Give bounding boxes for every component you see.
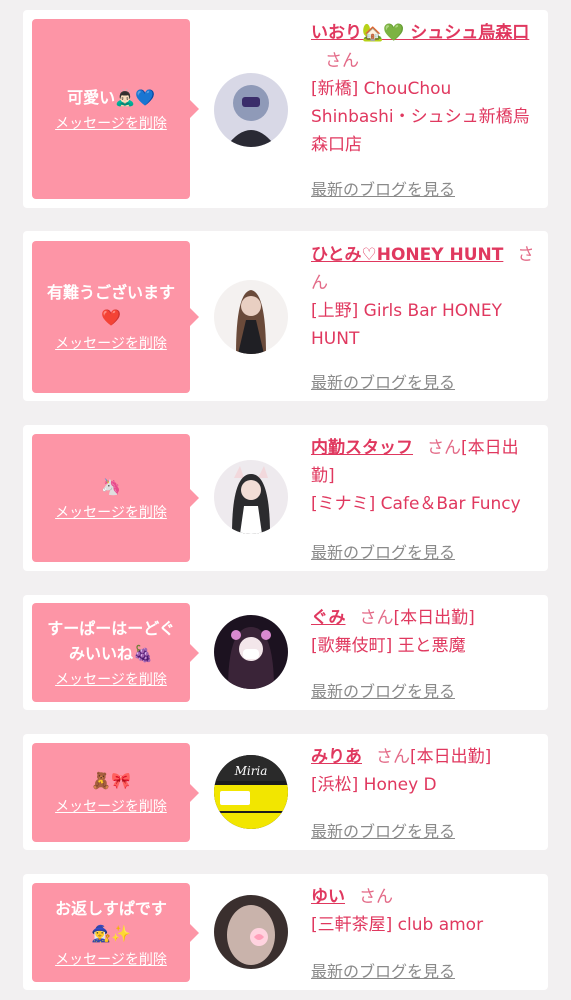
message-card: 可愛い🙇🏻‍♂️💙 メッセージを削除 いおり🏡💚 シュシュ烏森口さん [新橋] …	[23, 10, 548, 208]
latest-blog-link[interactable]: 最新のブログを見る	[311, 369, 455, 393]
profile-info: ゆい さん [三軒茶屋] club amor	[311, 883, 541, 939]
shop-info: [浜松] Honey D	[311, 775, 437, 795]
delete-message-link[interactable]: メッセージを削除	[55, 503, 167, 523]
cast-name-link[interactable]: ひとみ♡HONEY HUNT	[311, 245, 503, 265]
message-card: すーぱーはーどぐみいいね🍇 メッセージを削除 ぐみ さん[本日出勤] [歌舞伎町]…	[23, 595, 548, 710]
shop-info: [歌舞伎町] 王と悪魔	[311, 636, 466, 656]
latest-blog-link[interactable]: 最新のブログを見る	[311, 176, 455, 200]
shop-info: [上野] Girls Bar HONEY HUNT	[311, 301, 503, 349]
cast-name-link[interactable]: ぐみ	[311, 608, 346, 628]
message-card: 🧸🎀 メッセージを削除 Miria みりあ さん[本日出勤] [浜松] Honey…	[23, 734, 548, 850]
message-bubble: お返しすぱです🧙‍♀️✨ メッセージを削除	[32, 883, 199, 982]
delete-message-link[interactable]: メッセージを削除	[55, 670, 167, 690]
profile-info: ぐみ さん[本日出勤] [歌舞伎町] 王と悪魔	[311, 604, 541, 660]
message-text: すーぱーはーどぐみいいね🍇	[47, 618, 175, 663]
cast-name-link[interactable]: 内勤スタッフ	[311, 438, 413, 458]
shop-info: [三軒茶屋] club amor	[311, 915, 484, 935]
message-card: 有難うございます❤️ メッセージを削除 ひとみ♡HONEY HUNT さん [上野…	[23, 231, 548, 401]
honorific: さん	[359, 608, 394, 628]
delete-message-link[interactable]: メッセージを削除	[55, 797, 167, 817]
message-bubble: 可愛い🙇🏻‍♂️💙 メッセージを削除	[32, 19, 199, 199]
message-bubble: 有難うございます❤️ メッセージを削除	[32, 241, 199, 393]
latest-blog-link[interactable]: 最新のブログを見る	[311, 818, 455, 842]
message-card: お返しすぱです🧙‍♀️✨ メッセージを削除 ゆい さん [三軒茶屋] club a…	[23, 874, 548, 990]
cast-name-link[interactable]: いおり🏡💚 シュシュ烏森口	[311, 23, 529, 43]
shop-info: [新橋] ChouChou Shinbashi・シュシュ新橋烏森口店	[311, 79, 530, 155]
svg-text:Miria: Miria	[234, 764, 268, 778]
shop-info: [ミナミ] Cafe＆Bar Funcy	[311, 494, 521, 514]
avatar[interactable]	[214, 73, 288, 147]
message-text: お返しすぱです🧙‍♀️✨	[55, 898, 167, 943]
message-text: 可愛い🙇🏻‍♂️💙	[67, 87, 155, 107]
message-bubble: すーぱーはーどぐみいいね🍇 メッセージを削除	[32, 603, 199, 702]
cast-name-link[interactable]: ゆい	[311, 887, 345, 907]
avatar[interactable]: Miria	[214, 755, 288, 829]
message-bubble: 🧸🎀 メッセージを削除	[32, 743, 199, 842]
avatar[interactable]	[214, 615, 288, 689]
honorific: さん	[376, 747, 410, 767]
message-text: 🦄	[101, 476, 121, 496]
message-bubble: 🦄 メッセージを削除	[32, 434, 199, 562]
honorific: さん	[325, 51, 359, 71]
profile-info: 内勤スタッフ さん[本日出勤] [ミナミ] Cafe＆Bar Funcy	[311, 434, 541, 518]
latest-blog-link[interactable]: 最新のブログを見る	[311, 539, 455, 563]
avatar[interactable]	[214, 280, 288, 354]
profile-info: ひとみ♡HONEY HUNT さん [上野] Girls Bar HONEY HU…	[311, 241, 541, 353]
delete-message-link[interactable]: メッセージを削除	[55, 114, 167, 134]
message-text: 🧸🎀	[91, 771, 131, 790]
cast-name-link[interactable]: みりあ	[311, 747, 362, 767]
avatar[interactable]	[214, 460, 288, 534]
message-text: 有難うございます❤️	[46, 283, 175, 327]
delete-message-link[interactable]: メッセージを削除	[55, 950, 167, 970]
latest-blog-link[interactable]: 最新のブログを見る	[311, 958, 455, 982]
profile-info: いおり🏡💚 シュシュ烏森口さん [新橋] ChouChou Shinbashi・…	[311, 19, 541, 159]
avatar[interactable]	[214, 895, 288, 969]
message-card: 🦄 メッセージを削除 内勤スタッフ さん[本日出勤] [ミナミ] Cafe＆Bar…	[23, 425, 548, 571]
honorific: さん	[359, 887, 393, 907]
honorific: さん	[427, 438, 461, 458]
status-label: [本日出勤]	[410, 747, 492, 767]
delete-message-link[interactable]: メッセージを削除	[55, 334, 167, 354]
profile-info: みりあ さん[本日出勤] [浜松] Honey D	[311, 743, 541, 799]
status-label: [本日出勤]	[393, 608, 475, 628]
latest-blog-link[interactable]: 最新のブログを見る	[311, 678, 455, 702]
